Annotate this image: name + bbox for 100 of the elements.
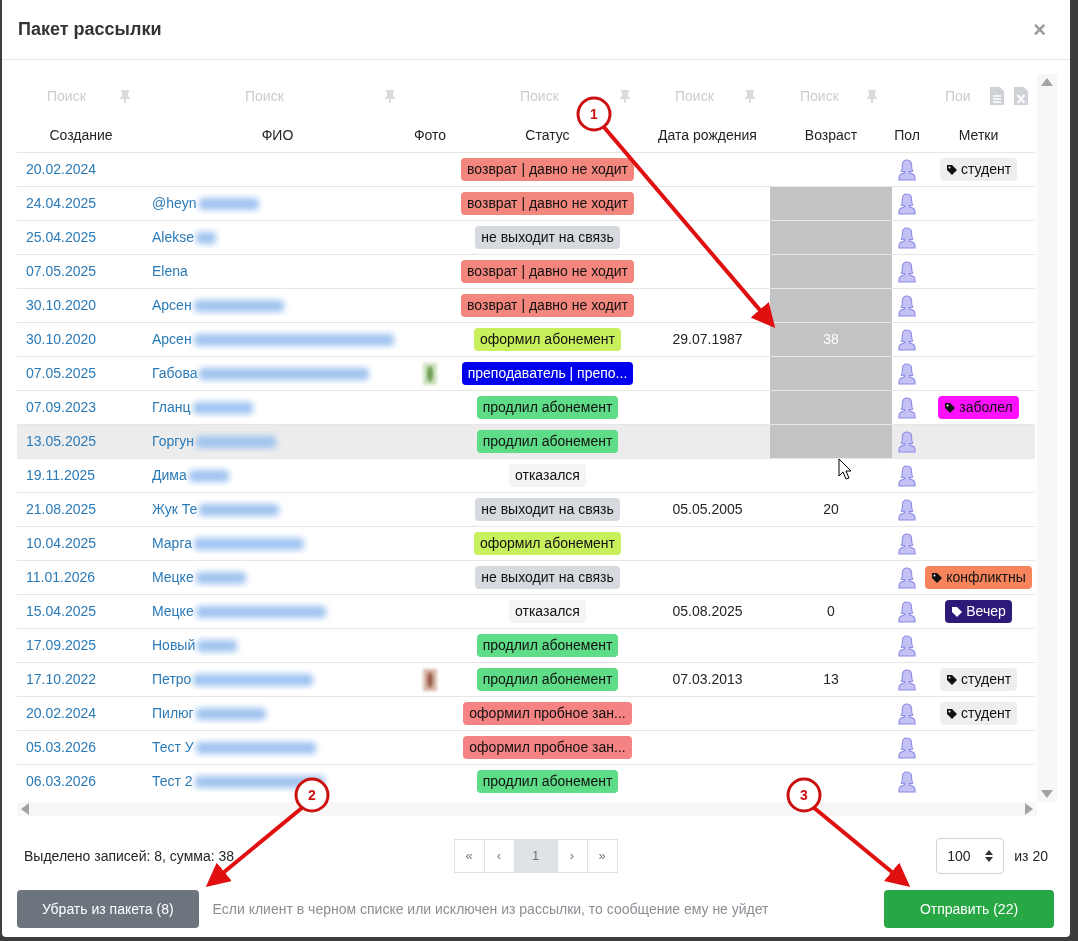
column-header[interactable]: Статус bbox=[525, 126, 570, 143]
page-button[interactable]: › bbox=[556, 839, 588, 873]
age-cell[interactable]: 13 bbox=[770, 663, 892, 696]
female-user-icon bbox=[898, 362, 916, 385]
scroll-right-icon[interactable] bbox=[1025, 803, 1033, 815]
age-cell[interactable] bbox=[770, 221, 892, 254]
table-row[interactable]: 24.04.2025 @heyn возврат | давно не ходит bbox=[17, 186, 1035, 220]
female-user-icon bbox=[898, 226, 916, 249]
name-link[interactable]: Габова bbox=[152, 363, 198, 384]
vertical-scrollbar[interactable] bbox=[1037, 74, 1057, 802]
name-link[interactable]: Alekse bbox=[152, 227, 195, 248]
name-link[interactable]: Арсен bbox=[152, 329, 192, 350]
tag-badge: студент bbox=[939, 702, 1018, 725]
name-link[interactable]: Пилюг bbox=[152, 703, 194, 724]
date-link[interactable]: 07.09.2023 bbox=[26, 399, 97, 415]
page-button[interactable]: 1 bbox=[513, 839, 558, 873]
female-user-icon bbox=[898, 396, 916, 419]
blurred-text bbox=[188, 469, 229, 482]
age-cell[interactable] bbox=[770, 425, 892, 458]
date-link[interactable]: 24.04.2025 bbox=[26, 195, 97, 211]
scroll-left-icon[interactable] bbox=[21, 803, 29, 815]
horizontal-scrollbar[interactable] bbox=[17, 802, 1037, 816]
name-link[interactable]: Петро bbox=[152, 669, 192, 690]
excel-icon[interactable] bbox=[1013, 86, 1029, 106]
name-link[interactable]: Тест У bbox=[152, 737, 194, 758]
status-badge: возврат | давно не ходит bbox=[461, 192, 634, 215]
date-link[interactable]: 15.04.2025 bbox=[26, 603, 97, 619]
table-row[interactable]: 07.05.2025 Габова преподаватель | препо... bbox=[17, 356, 1035, 390]
column-header[interactable]: Метки bbox=[958, 126, 999, 143]
column-header[interactable]: Дата рождения bbox=[658, 126, 757, 143]
date-link[interactable]: 17.09.2025 bbox=[26, 637, 97, 653]
date-link[interactable]: 11.01.2026 bbox=[26, 569, 96, 585]
pin-icon[interactable] bbox=[119, 89, 131, 103]
age-cell[interactable] bbox=[770, 391, 892, 424]
column-header[interactable]: Возраст bbox=[804, 126, 858, 143]
female-user-icon bbox=[898, 736, 916, 759]
female-user-icon bbox=[898, 192, 916, 215]
date-link[interactable]: 20.02.2024 bbox=[26, 161, 97, 177]
close-button[interactable]: × bbox=[1033, 18, 1046, 41]
name-link[interactable]: Мецке bbox=[152, 601, 194, 622]
blurred-text bbox=[195, 707, 266, 720]
name-link[interactable]: Гланц bbox=[152, 397, 191, 418]
date-link[interactable]: 05.03.2026 bbox=[26, 739, 97, 755]
name-link[interactable]: @heyn bbox=[152, 193, 197, 214]
date-link[interactable]: 13.05.2025 bbox=[26, 433, 97, 449]
blurred-text bbox=[196, 231, 217, 244]
table-row[interactable]: 25.04.2025 Alekse не выходит на связь bbox=[17, 220, 1035, 254]
name-link[interactable]: Мецке bbox=[152, 567, 194, 588]
column-header[interactable]: ФИО bbox=[261, 126, 294, 143]
page-size-select[interactable]: 100 bbox=[936, 838, 1005, 874]
name-link[interactable]: Горгун bbox=[152, 431, 195, 452]
date-link[interactable]: 30.10.2020 bbox=[26, 297, 97, 313]
column-header[interactable]: Пол bbox=[894, 126, 920, 143]
date-link[interactable]: 25.04.2025 bbox=[26, 229, 97, 245]
page-button[interactable]: ‹ bbox=[483, 839, 515, 873]
table-row[interactable]: 30.10.2020 Арсен возврат | давно не ходит bbox=[17, 288, 1035, 322]
name-link[interactable]: Марга bbox=[152, 533, 192, 554]
date-link[interactable]: 06.03.2026 bbox=[26, 773, 97, 789]
name-link[interactable]: Жук Те bbox=[152, 499, 198, 520]
page-button[interactable]: « bbox=[453, 839, 485, 873]
send-button[interactable]: Отправить (22) bbox=[884, 890, 1054, 928]
age-cell[interactable]: 20 bbox=[770, 493, 892, 526]
table-row[interactable]: 07.09.2023 Гланц продлил абонемент заболел bbox=[17, 390, 1035, 424]
birth-date: 05.05.2005 bbox=[672, 501, 743, 517]
date-link[interactable]: 19.11.2025 bbox=[26, 467, 96, 483]
scroll-down-icon[interactable] bbox=[1041, 790, 1053, 798]
age-cell[interactable] bbox=[770, 187, 892, 220]
pin-icon[interactable] bbox=[619, 89, 631, 103]
name-link[interactable]: Новый bbox=[152, 635, 196, 656]
column-header[interactable]: Создание bbox=[49, 126, 113, 143]
remove-from-package-button[interactable]: Убрать из пакета (8) bbox=[17, 890, 199, 928]
name-link[interactable]: Тест 2 bbox=[152, 771, 193, 792]
age-cell[interactable] bbox=[770, 255, 892, 288]
note-text: Если клиент в черном списке или исключен из рассылки, то сообщение ему не уйдет bbox=[212, 899, 769, 919]
page-button[interactable]: » bbox=[586, 839, 618, 873]
column-header[interactable]: Фото bbox=[413, 126, 447, 143]
date-link[interactable]: 30.10.2020 bbox=[26, 331, 97, 347]
name-link[interactable]: Арсен bbox=[152, 295, 192, 316]
date-link[interactable]: 20.02.2024 bbox=[26, 705, 97, 721]
pin-icon[interactable] bbox=[744, 89, 756, 103]
date-link[interactable]: 10.04.2025 bbox=[26, 535, 97, 551]
pin-icon[interactable] bbox=[384, 89, 396, 103]
scroll-up-icon[interactable] bbox=[1041, 78, 1053, 86]
table-row[interactable]: 13.05.2025 Горгун продлил абонемент bbox=[17, 424, 1035, 458]
name-link[interactable]: Дима bbox=[152, 465, 187, 486]
table-row[interactable]: 30.10.2020 Арсен оформил абонемент 29.07.1987 38 bbox=[17, 322, 1035, 356]
age-cell[interactable] bbox=[770, 289, 892, 322]
status-badge: не выходит на связь bbox=[475, 226, 620, 249]
date-link[interactable]: 21.08.2025 bbox=[26, 501, 97, 517]
pin-icon[interactable] bbox=[866, 89, 878, 103]
status-badge: возврат | давно не ходит bbox=[461, 158, 634, 181]
date-link[interactable]: 17.10.2022 bbox=[26, 671, 97, 687]
date-link[interactable]: 07.05.2025 bbox=[26, 263, 97, 279]
table-row[interactable]: 07.05.2025 Elena возврат | давно не ходит bbox=[17, 254, 1035, 288]
age-cell[interactable] bbox=[770, 357, 892, 390]
name-link[interactable]: Elena bbox=[152, 261, 188, 282]
date-link[interactable]: 07.05.2025 bbox=[26, 365, 97, 381]
age-cell[interactable]: 0 bbox=[770, 595, 892, 628]
file-icon[interactable] bbox=[989, 86, 1005, 106]
birth-date: 29.07.1987 bbox=[672, 331, 743, 347]
